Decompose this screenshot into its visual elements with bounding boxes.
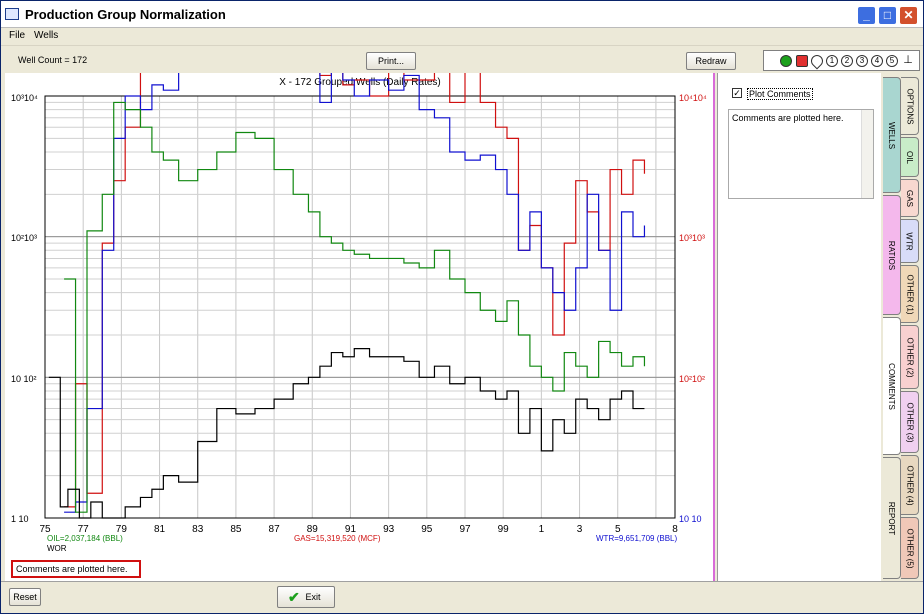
left-axis-label-1: 10 10²	[11, 374, 37, 384]
x-tick-label: 99	[497, 524, 509, 535]
comments-scrollbar[interactable]	[861, 110, 873, 198]
plot-comments-label[interactable]: Plot Comments	[747, 88, 813, 100]
x-tick-label: 1	[538, 524, 545, 535]
tab-oil[interactable]: OIL	[901, 137, 919, 177]
drop-icon[interactable]	[808, 52, 826, 70]
left-axis-label-3: 10³10⁴	[11, 93, 38, 103]
plot-frame	[44, 95, 676, 519]
tool-5-icon[interactable]: 5	[886, 55, 898, 67]
x-tick-label: 3	[576, 524, 583, 535]
close-button[interactable]: ✕	[899, 6, 918, 25]
comments-panel: ✓ Plot Comments Comments are plotted her…	[717, 73, 881, 581]
print-button[interactable]: Print...	[366, 52, 416, 70]
well-count: Well Count = 172	[18, 55, 88, 65]
tab-ratios[interactable]: RATIOS	[883, 195, 901, 315]
tab-other-3[interactable]: OTHER (3)	[901, 391, 919, 453]
tab-comments[interactable]: COMMENTS	[883, 317, 901, 455]
production-chart[interactable]	[5, 73, 715, 581]
wtr-total-label: WTR=9,651,709 (BBL)	[596, 534, 678, 543]
tool-3-icon[interactable]: 3	[856, 55, 868, 67]
plot-comment-box: Comments are plotted here.	[11, 560, 141, 578]
right-axis-label-1: 10²10²	[679, 374, 706, 384]
tab-options[interactable]: OPTIONS	[901, 77, 919, 135]
x-tick-label: 95	[421, 524, 433, 535]
redraw-button[interactable]: Redraw	[686, 52, 736, 70]
x-tick-label: 93	[383, 524, 395, 535]
maximize-button[interactable]: □	[878, 6, 897, 25]
x-tick-label: 97	[459, 524, 471, 535]
tool-1-icon[interactable]: 1	[826, 55, 838, 67]
tab-wtr[interactable]: WTR	[901, 219, 919, 263]
pin-icon[interactable]: ⊥	[902, 55, 914, 67]
minimize-button[interactable]: _	[857, 6, 876, 25]
app-icon	[5, 8, 19, 20]
oil-total-label: OIL=2,037,184 (BBL)	[47, 534, 123, 543]
tool-4-icon[interactable]: 4	[871, 55, 883, 67]
footer-bar: Reset ✔ Exit	[1, 581, 923, 613]
tab-other-5[interactable]: OTHER (5)	[901, 517, 919, 579]
tab-other-2[interactable]: OTHER (2)	[901, 325, 919, 389]
tab-other-4[interactable]: OTHER (4)	[901, 455, 919, 515]
menu-wells[interactable]: Wells	[34, 30, 58, 41]
x-tick-label: 85	[230, 524, 242, 535]
tab-wells[interactable]: WELLS	[883, 77, 901, 193]
tool-strip: 1 2 3 4 5 ⊥	[763, 50, 920, 71]
menu-file[interactable]: File	[9, 30, 25, 41]
x-tick-label: 81	[153, 524, 166, 535]
exit-label: Exit	[305, 592, 321, 602]
red-burst-icon[interactable]	[796, 55, 808, 67]
x-tick-label: 87	[268, 524, 280, 535]
menu-bar: File Wells	[1, 28, 923, 44]
plot-comments-checkbox[interactable]: ✓	[732, 88, 742, 98]
x-tick-label: 83	[192, 524, 204, 535]
left-axis-label-2: 10²10³	[11, 233, 38, 243]
left-axis-label-0: 1 10	[11, 514, 29, 524]
checkmark-icon: ✔	[288, 589, 300, 605]
grid	[44, 95, 676, 519]
window-title: Production Group Normalization	[25, 7, 226, 22]
tool-2-icon[interactable]: 2	[841, 55, 853, 67]
plot-panel: X - 172 Grouped Wells (Daily Rates) 10³1…	[5, 73, 715, 581]
exit-button[interactable]: ✔ Exit	[277, 586, 335, 608]
wor-label: WOR	[47, 544, 67, 553]
tab-report[interactable]: REPORT	[883, 457, 901, 579]
app-window: Production Group Normalization _ □ ✕ Fil…	[0, 0, 924, 614]
right-axis-label-2: 10³10³	[679, 233, 706, 243]
gas-total-label: GAS=15,319,520 (MCF)	[294, 534, 381, 543]
right-axis-label-0: 10 10	[679, 514, 702, 524]
comments-textarea[interactable]: Comments are plotted here.	[728, 109, 874, 199]
reset-button[interactable]: Reset	[9, 588, 41, 606]
green-circle-icon[interactable]	[780, 55, 792, 67]
comments-text: Comments are plotted here.	[732, 113, 844, 123]
title-bar: Production Group Normalization _ □ ✕	[1, 1, 923, 28]
tab-gas[interactable]: GAS	[901, 179, 919, 217]
right-axis-label-3: 10⁴10⁴	[679, 93, 707, 103]
tab-other-1[interactable]: OTHER (1)	[901, 265, 919, 323]
toolbar: Well Count = 172 Print... Redraw 1 2 3 4…	[1, 45, 923, 73]
